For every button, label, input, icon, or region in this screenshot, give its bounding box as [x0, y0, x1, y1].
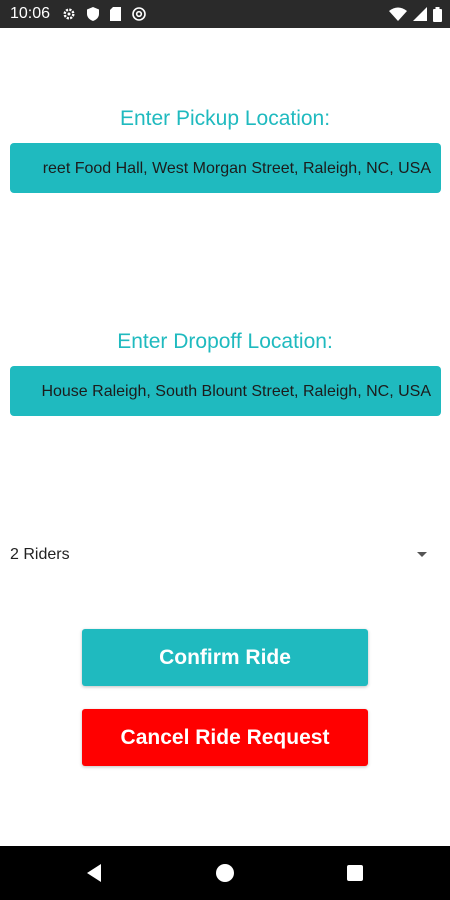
navigation-bar [0, 846, 450, 900]
status-notification-icons [62, 6, 157, 22]
status-time: 10:06 [10, 5, 51, 22]
cancel-ride-request-button[interactable]: Cancel Ride Request [82, 709, 368, 766]
back-triangle-icon[interactable] [84, 862, 106, 884]
status-system-icons [383, 6, 442, 22]
shield-icon [87, 7, 99, 21]
riders-dropdown[interactable]: 2 Riders [0, 535, 450, 575]
dropoff-location-field[interactable]: House Raleigh, South Blount Street, Rale… [10, 366, 441, 416]
pickup-location-field[interactable]: reet Food Hall, West Morgan Street, Rale… [10, 143, 441, 193]
sim-card-icon [110, 7, 121, 21]
status-bar: 10:06 [0, 0, 450, 28]
battery-icon [433, 6, 442, 22]
confirm-ride-button[interactable]: Confirm Ride [82, 629, 368, 686]
dropoff-location-label: Enter Dropoff Location: [117, 330, 333, 353]
dropdown-arrow-icon [417, 552, 427, 557]
pickup-location-value: reet Food Hall, West Morgan Street, Rale… [42, 160, 431, 177]
dropoff-location-value: House Raleigh, South Blount Street, Rale… [41, 383, 431, 400]
wifi-icon [389, 7, 407, 21]
home-circle-icon[interactable] [214, 862, 236, 884]
at-sign-icon [132, 7, 146, 21]
riders-selected-value: 2 Riders [10, 546, 70, 563]
gear-icon [63, 8, 75, 20]
recents-square-icon[interactable] [344, 862, 366, 884]
signal-icon [413, 7, 427, 21]
pickup-location-label: Enter Pickup Location: [119, 107, 331, 130]
